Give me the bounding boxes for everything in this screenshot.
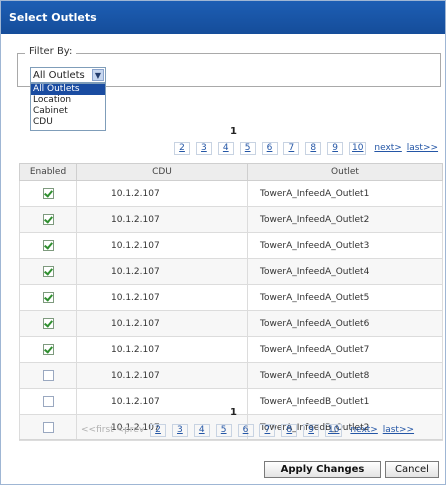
enabled-checkbox[interactable] [42,240,54,251]
column-header-outlet[interactable]: Outlet [247,163,443,181]
table-row: 10.1.2.107 TowerA_InfeedA_Outlet3 [19,232,443,259]
table-row: 10.1.2.107 TowerA_InfeedA_Outlet2 [19,206,443,233]
enabled-cell [19,336,77,363]
filter-option-cdu[interactable]: CDU [31,117,105,128]
enabled-cell [19,414,77,441]
page-link[interactable]: 3 [195,142,212,155]
cdu-cell: 10.1.2.107 [76,310,248,337]
table-row: 10.1.2.107 TowerA_InfeedA_Outlet6 [19,310,443,337]
enabled-checkbox[interactable] [42,214,54,225]
last-page-link[interactable]: last>> [383,425,414,435]
page-link[interactable]: 6 [261,142,278,155]
page-link[interactable]: 5 [215,424,232,437]
filter-option-all-outlets[interactable]: All Outlets [31,84,105,95]
chevron-down-icon[interactable]: ▼ [92,69,104,81]
enabled-checkbox[interactable] [42,266,54,277]
apply-changes-button[interactable]: Apply Changes [264,461,381,478]
last-page-link[interactable]: last>> [407,143,438,153]
next-page-link[interactable]: next> [374,143,401,153]
table-header-row: Enabled CDU Outlet [19,163,443,181]
outlet-cell: TowerA_InfeedA_Outlet1 [247,180,443,207]
page-link[interactable]: 10 [349,142,367,155]
page-link[interactable]: 4 [193,424,210,437]
filter-select[interactable]: All Outlets ▼ [30,67,106,83]
pager-prev-label: <<first <prev [105,143,169,153]
current-page-top: 1 [230,126,237,137]
cdu-cell: 10.1.2.107 [76,258,248,285]
dialog-title: Select Outlets [1,1,445,34]
page-link[interactable]: 8 [281,424,298,437]
table-row: 10.1.2.107 TowerA_InfeedA_Outlet7 [19,336,443,363]
filter-select-value: All Outlets [33,70,85,81]
page-link[interactable]: 7 [259,424,276,437]
outlet-cell: TowerA_InfeedB_Outlet1 [247,388,443,415]
outlet-cell: TowerA_InfeedA_Outlet7 [247,336,443,363]
page-link[interactable]: 3 [171,424,188,437]
filter-option-cabinet[interactable]: Cabinet [31,106,105,117]
cdu-cell: 10.1.2.107 [76,284,248,311]
cdu-cell: 10.1.2.107 [76,336,248,363]
filter-dropdown-list: All Outlets Location Cabinet CDU [30,83,106,131]
page-link[interactable]: 7 [283,142,300,155]
pager-prev-label: <<first <prev [81,425,145,435]
page-link[interactable]: 8 [305,142,322,155]
enabled-cell [19,258,77,285]
page-link[interactable]: 2 [150,424,167,437]
outlet-cell: TowerA_InfeedA_Outlet4 [247,258,443,285]
table-row: 10.1.2.107 TowerA_InfeedA_Outlet1 [19,180,443,207]
table-row: 10.1.2.107 TowerA_InfeedA_Outlet4 [19,258,443,285]
select-outlets-dialog: Select Outlets Filter By: All Outlets ▼ … [0,0,446,485]
table-row: 10.1.2.107 TowerA_InfeedA_Outlet5 [19,284,443,311]
enabled-checkbox[interactable] [42,318,54,329]
enabled-cell [19,284,77,311]
outlet-cell: TowerA_InfeedA_Outlet8 [247,362,443,389]
cancel-button[interactable]: Cancel [385,461,439,478]
cdu-cell: 10.1.2.107 [76,388,248,415]
column-header-enabled[interactable]: Enabled [19,163,77,181]
page-link[interactable]: 6 [237,424,254,437]
enabled-cell [19,232,77,259]
filter-legend: Filter By: [25,46,77,57]
enabled-checkbox[interactable] [42,422,54,433]
table-row: 10.1.2.107 TowerA_InfeedA_Outlet8 [19,362,443,389]
enabled-checkbox[interactable] [42,370,54,381]
enabled-cell [19,310,77,337]
table-body: 10.1.2.107 TowerA_InfeedA_Outlet1 10.1.2.1… [19,180,443,441]
next-page-link[interactable]: next> [350,425,377,435]
outlet-cell: TowerA_InfeedA_Outlet6 [247,310,443,337]
page-link[interactable]: 5 [239,142,256,155]
cdu-cell: 10.1.2.107 [76,362,248,389]
enabled-cell [19,388,77,415]
page-link[interactable]: 10 [325,424,343,437]
page-link[interactable]: 9 [303,424,320,437]
cdu-cell: 10.1.2.107 [76,206,248,233]
cdu-cell: 10.1.2.107 [76,180,248,207]
outlet-cell: TowerA_InfeedA_Outlet2 [247,206,443,233]
page-link[interactable]: 2 [174,142,191,155]
pager-bottom: <<first <prev 2 3 4 5 6 7 8 9 10 next> l… [81,424,414,438]
enabled-checkbox[interactable] [42,188,54,199]
enabled-cell [19,362,77,389]
page-link[interactable]: 9 [327,142,344,155]
current-page-bottom: 1 [230,407,237,418]
filter-option-location[interactable]: Location [31,95,105,106]
enabled-checkbox[interactable] [42,396,54,407]
footer-divider [19,439,443,440]
page-link[interactable]: 4 [217,142,234,155]
pager-top: <<first <prev 2 3 4 5 6 7 8 9 10 next> l… [105,142,438,156]
enabled-cell [19,180,77,207]
outlet-cell: TowerA_InfeedA_Outlet3 [247,232,443,259]
cdu-cell: 10.1.2.107 [76,232,248,259]
column-header-cdu[interactable]: CDU [76,163,248,181]
outlet-cell: TowerA_InfeedA_Outlet5 [247,284,443,311]
enabled-checkbox[interactable] [42,292,54,303]
outlets-table: Enabled CDU Outlet 10.1.2.107 TowerA_Infe… [19,163,443,441]
enabled-cell [19,206,77,233]
enabled-checkbox[interactable] [42,344,54,355]
